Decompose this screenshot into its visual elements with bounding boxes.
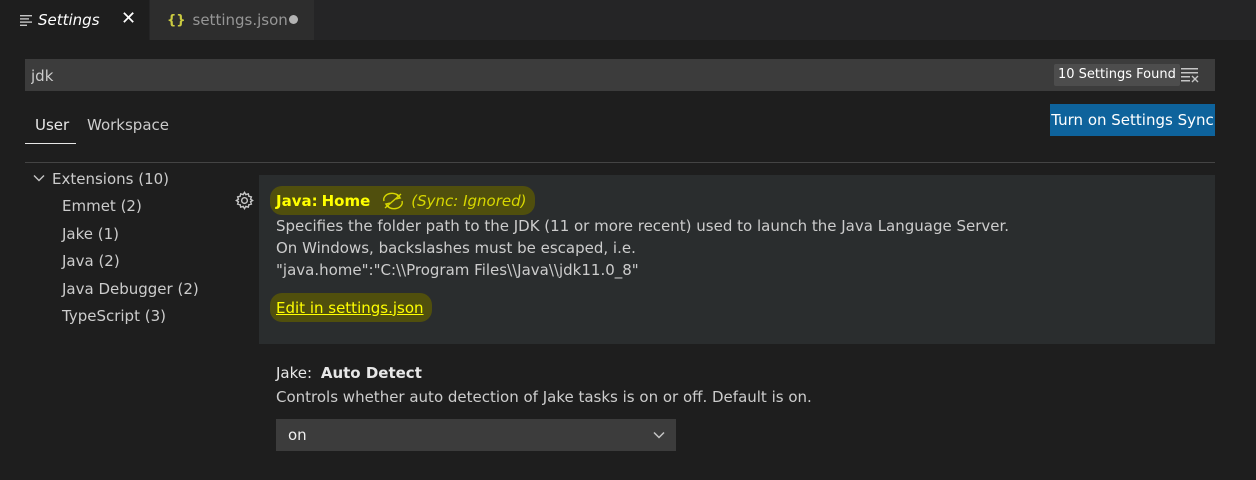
setting-name: Auto Detect <box>320 364 422 382</box>
unsaved-dot-icon[interactable] <box>289 15 298 24</box>
editor-tab-bar: Settings ✕ {} settings.json <box>0 0 1256 40</box>
toc-item-typescript[interactable]: TypeScript (3) <box>62 307 166 325</box>
toc-item-java[interactable]: Java (2) <box>62 252 120 270</box>
setting-description-line: Specifies the folder path to the JDK (11… <box>276 217 1010 235</box>
search-input[interactable] <box>25 59 1033 93</box>
sync-ignored-icon <box>383 192 404 209</box>
gear-icon[interactable] <box>235 191 254 210</box>
setting-name: Home <box>321 191 371 210</box>
clear-filter-icon[interactable] <box>1180 67 1200 83</box>
tab-settings-json[interactable]: {} settings.json <box>150 0 314 40</box>
tab-user[interactable]: User <box>35 116 69 134</box>
close-icon[interactable]: ✕ <box>121 9 136 29</box>
json-file-icon: {} <box>167 12 186 28</box>
settings-search: 10 Settings Found <box>25 59 1215 93</box>
toc-item-java-debugger[interactable]: Java Debugger (2) <box>62 280 199 298</box>
setting-category: Java: <box>276 191 318 210</box>
setting-title: Jake: Auto Detect <box>276 364 422 382</box>
active-tab-underline <box>25 143 76 144</box>
edit-in-settings-json-link[interactable]: Edit in settings.json <box>270 293 432 322</box>
sync-tag-label: (Sync: Ignored) <box>411 191 527 210</box>
results-count-badge: 10 Settings Found <box>1054 64 1180 86</box>
chevron-down-icon <box>652 429 666 441</box>
toc-item-extensions[interactable]: Extensions (10) <box>52 170 169 188</box>
toc-item-jake[interactable]: Jake (1) <box>62 225 119 243</box>
tab-workspace[interactable]: Workspace <box>87 116 169 134</box>
toc-item-emmet[interactable]: Emmet (2) <box>62 197 142 215</box>
sync-ignored-tag[interactable]: (Sync: Ignored) <box>380 191 527 210</box>
setting-description: Controls whether auto detection of Jake … <box>276 388 812 406</box>
setting-title: Java: Home (Sync: Ignored) <box>270 186 535 215</box>
setting-description-line: "java.home":"C:\\Program Files\\Java\\jd… <box>276 261 639 279</box>
jake-auto-detect-select[interactable]: on <box>276 419 676 451</box>
chevron-down-icon[interactable] <box>33 172 45 184</box>
setting-description-line: On Windows, backslashes must be escaped,… <box>276 239 636 257</box>
settings-editor-icon <box>20 14 32 26</box>
turn-on-settings-sync-button[interactable]: Turn on Settings Sync <box>1050 104 1215 136</box>
select-value: on <box>288 426 307 444</box>
setting-category: Jake: <box>276 364 313 382</box>
header-divider <box>25 162 1215 163</box>
tab-settings[interactable]: Settings ✕ <box>0 0 149 40</box>
tab-label: Settings <box>38 11 100 29</box>
tab-label: settings.json <box>192 11 288 29</box>
